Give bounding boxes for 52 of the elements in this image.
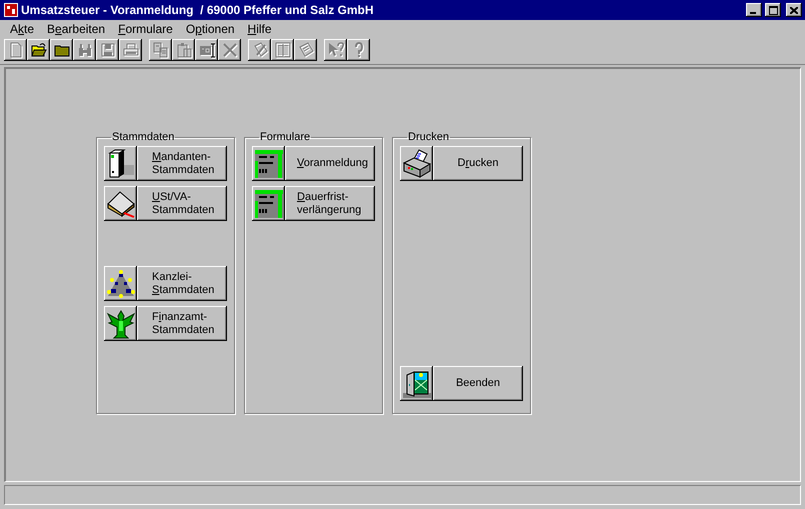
door-icon	[402, 368, 432, 398]
icon-button[interactable]	[104, 266, 137, 301]
pencil-page-icon	[252, 42, 268, 58]
copy-icon	[152, 42, 168, 58]
command-button[interactable]: Mandanten- Stammdaten	[137, 146, 227, 181]
page-icon	[8, 42, 24, 58]
form-icon	[254, 148, 284, 178]
toolbar-button[interactable]	[50, 39, 73, 61]
command-button[interactable]: Finanzamt- Stammdaten	[137, 306, 227, 341]
form-icon	[254, 188, 284, 218]
app-icon	[4, 3, 18, 17]
command-button[interactable]: Beenden	[433, 366, 523, 401]
command-button[interactable]: Kanzlei- Stammdaten	[137, 266, 227, 301]
group-title: Drucken	[407, 131, 450, 143]
command-button[interactable]: Voranmeldung	[285, 146, 375, 181]
list-icon	[274, 42, 290, 58]
close-button[interactable]	[786, 3, 802, 17]
group-title: Stammdaten	[111, 131, 176, 143]
icon-button[interactable]	[400, 366, 433, 401]
command-button[interactable]: Dauerfrist- verlängerung	[285, 186, 375, 221]
context-help-icon	[328, 42, 344, 58]
printer-icon	[402, 148, 432, 178]
printer-icon	[122, 42, 138, 58]
binoculars-icon	[76, 42, 92, 58]
maximize-button[interactable]	[765, 3, 781, 17]
icon-button[interactable]	[252, 186, 285, 221]
menu-item[interactable]: Optionen	[178, 22, 241, 36]
delete-icon	[222, 42, 238, 58]
toolbar-button[interactable]	[27, 39, 50, 61]
open-folder-icon	[30, 42, 46, 58]
eagle-icon	[106, 308, 136, 338]
icon-button[interactable]	[252, 146, 285, 181]
binder-icon	[106, 148, 136, 178]
menu-item[interactable]: Formulare	[111, 22, 179, 36]
icon-button[interactable]	[104, 306, 137, 341]
icon-button[interactable]	[104, 146, 137, 181]
paste-icon	[176, 42, 192, 58]
group-title: Formulare	[259, 131, 312, 143]
text-cursor-icon	[198, 42, 214, 58]
close-icon	[790, 6, 798, 14]
icon-button[interactable]	[104, 186, 137, 221]
window-title: Umsatzsteuer - Voranmeldung / 69000 Pfeffer und Salz GmbH	[21, 3, 375, 17]
minimize-button[interactable]	[746, 3, 762, 17]
icon-button[interactable]	[400, 146, 433, 181]
book-icon	[106, 188, 136, 218]
notes-icon	[298, 42, 314, 58]
command-button[interactable]: Drucken	[433, 146, 523, 181]
menu-item[interactable]: Akte	[3, 22, 40, 36]
menu-item[interactable]: Hilfe	[240, 22, 278, 36]
command-button[interactable]: USt/VA- Stammdaten	[137, 186, 227, 221]
maximize-icon	[768, 6, 778, 14]
menu-item[interactable]: Bearbeiten	[40, 22, 112, 36]
